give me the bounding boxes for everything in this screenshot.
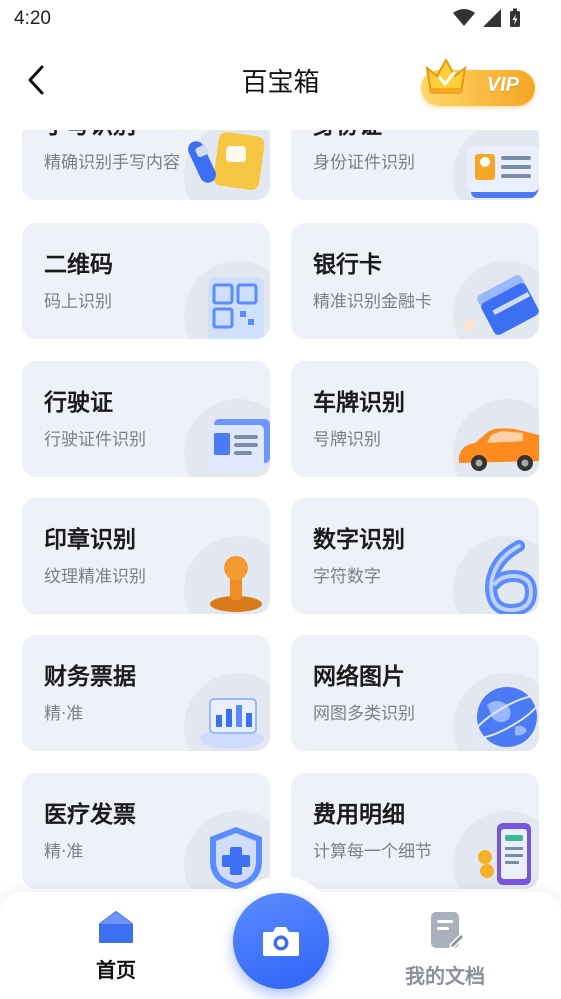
tab-home[interactable]: 首页 (56, 910, 176, 990)
number-six-icon (484, 540, 538, 614)
card-driving-license[interactable]: 行驶证 行驶证件识别 (22, 361, 270, 477)
wifi-icon (453, 9, 475, 26)
card-subtitle: 纹理精准识别 (44, 567, 146, 587)
stamp-icon (210, 556, 262, 612)
card-subtitle: 号牌识别 (313, 430, 381, 450)
card-subtitle: 行驶证件识别 (44, 430, 146, 450)
card-subtitle: 身份证件识别 (313, 153, 415, 173)
card-qr-code[interactable]: 二维码 码上识别 (22, 223, 270, 339)
card-title: 网络图片 (313, 664, 405, 690)
card-finance-receipt[interactable]: 财务票据 精·准 (22, 635, 270, 751)
card-medical-invoice[interactable]: 医疗发票 精·准 (22, 773, 270, 889)
card-title: 银行卡 (313, 252, 382, 278)
card-subtitle: 精·准 (44, 704, 84, 724)
status-time: 4:20 (14, 8, 51, 29)
car-icon (459, 428, 539, 471)
card-id-card[interactable]: 身份证 身份证件识别 (291, 130, 539, 200)
signal-icon (483, 9, 501, 27)
document-icon (431, 912, 466, 950)
card-title: 医疗发票 (44, 802, 136, 828)
card-title: 费用明细 (313, 802, 405, 828)
card-title: 手写识别 (44, 130, 136, 140)
header: 百宝箱 VIP (0, 44, 561, 120)
card-subtitle: 精确识别手写内容 (44, 153, 180, 173)
tab-home-label: 首页 (96, 958, 136, 982)
card-number[interactable]: 数字识别 字符数字 (291, 498, 539, 614)
id-card-icon (467, 146, 539, 198)
card-handwriting[interactable]: 手写识别 精确识别手写内容 (22, 130, 270, 200)
handwriting-icon (188, 132, 265, 190)
tab-my-documents-label: 我的文档 (405, 964, 485, 988)
driving-license-icon (208, 419, 270, 469)
tab-my-documents[interactable]: 我的文档 (385, 910, 505, 990)
crown-icon (425, 57, 467, 94)
card-title: 印章识别 (44, 527, 136, 553)
card-title: 二维码 (44, 252, 113, 278)
card-title: 行驶证 (44, 390, 113, 416)
bank-card-icon (463, 275, 539, 335)
card-title: 身份证 (313, 130, 382, 140)
card-subtitle: 字符数字 (313, 567, 381, 587)
card-bank-card[interactable]: 银行卡 精准识别金融卡 (291, 223, 539, 339)
card-web-image[interactable]: 网络图片 网图多类识别 (291, 635, 539, 751)
card-license-plate[interactable]: 车牌识别 号牌识别 (291, 361, 539, 477)
camera-button[interactable] (233, 893, 329, 989)
status-icons (453, 8, 521, 28)
card-subtitle: 码上识别 (44, 292, 112, 312)
finance-chart-icon (200, 698, 264, 749)
card-title: 车牌识别 (313, 390, 405, 416)
card-subtitle: 网图多类识别 (313, 704, 415, 724)
card-title: 财务票据 (44, 664, 136, 690)
globe-icon (472, 687, 539, 747)
battery-icon (510, 8, 520, 27)
home-icon (99, 911, 133, 943)
camera-icon (263, 927, 299, 956)
tool-grid: 手写识别 精确识别手写内容 身份证 身份证件识别 二维码 码上识别 (22, 130, 539, 890)
card-stamp[interactable]: 印章识别 纹理精准识别 (22, 498, 270, 614)
phone-bill-icon (478, 823, 531, 885)
card-title: 数字识别 (313, 527, 405, 553)
vip-button[interactable]: VIP (419, 57, 537, 108)
card-subtitle: 精·准 (44, 842, 84, 862)
card-expense-detail[interactable]: 费用明细 计算每一个细节 (291, 773, 539, 889)
card-subtitle: 精准识别金融卡 (313, 292, 432, 312)
status-bar: 4:20 (0, 0, 561, 40)
card-subtitle: 计算每一个细节 (313, 842, 432, 862)
qr-code-icon (208, 277, 264, 339)
vip-label: VIP (486, 74, 519, 96)
